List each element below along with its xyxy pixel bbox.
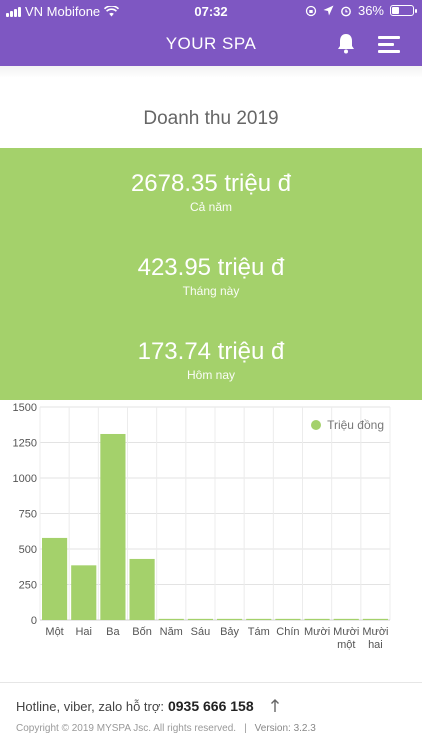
stat-month-value: 423.95 triệu đ (137, 254, 285, 281)
y-tick-label: 1250 (13, 438, 37, 450)
x-tick-label: Chín (276, 626, 299, 638)
x-tick-label: Bảy (220, 626, 239, 638)
chart-bar (246, 618, 272, 620)
x-tick-label: Mười hai (362, 626, 388, 651)
x-tick-label: Ba (106, 626, 120, 638)
battery-icon (390, 5, 417, 16)
chart-bar (42, 537, 68, 620)
header-shadow (0, 66, 422, 78)
version-text: Version: 3.2.3 (254, 723, 316, 734)
app-title: YOUR SPA (165, 34, 257, 53)
status-bar: VN Mobifone 07:32 36% (0, 0, 422, 22)
bell-icon[interactable] (336, 32, 356, 54)
alarm-icon (341, 6, 351, 16)
stat-today: 173.74 triệu đ Hôm nay (0, 338, 422, 382)
y-tick-label: 250 (19, 580, 37, 592)
chart-bar (217, 618, 243, 620)
app-header: VN Mobifone 07:32 36% YOUR SPA (0, 0, 422, 66)
chart-bar (158, 618, 184, 620)
footer-separator: | (244, 723, 247, 734)
legend-label: Triệu đồng (327, 418, 384, 432)
chart-bar (129, 558, 155, 620)
stat-today-label: Hôm nay (186, 368, 236, 382)
chart-bar (100, 433, 126, 620)
x-tick-label: Mười một (333, 626, 359, 651)
legend-swatch (311, 420, 322, 430)
chart-bar (362, 618, 388, 620)
stat-year-value: 2678.35 triệu đ (130, 170, 292, 197)
y-tick-label: 0 (31, 615, 37, 627)
x-tick-label: Năm (160, 626, 183, 638)
y-tick-label: 1500 (13, 402, 37, 414)
chart-bar (275, 618, 301, 620)
location-icon (323, 5, 334, 16)
copyright-text: Copyright © 2019 MYSPA Jsc. All rights r… (16, 723, 237, 734)
chart-bar (71, 565, 97, 620)
stat-year: 2678.35 triệu đ Cả năm (0, 170, 422, 214)
stat-today-value: 173.74 triệu đ (137, 338, 285, 365)
battery-percent: 36% (357, 3, 384, 18)
revenue-chart: 0 250 500 750 1000 1250 1500 Một Hai Ba Bốn Năm Sáu B… (0, 400, 422, 662)
chart-bar (187, 618, 213, 620)
chart-legend[interactable]: Triệu đồng (311, 418, 384, 432)
y-tick-label: 500 (19, 544, 37, 556)
copyright-line: Copyright © 2019 MYSPA Jsc. All rights r… (16, 723, 316, 734)
revenue-chart-svg: 0 250 500 750 1000 1250 1500 Một Hai Ba Bốn Năm Sáu B… (13, 402, 391, 651)
arrow-up-icon[interactable] (270, 699, 280, 713)
hotline: Hotline, viber, zalo hỗ trợ: 0935 666 15… (16, 698, 280, 714)
y-tick-label: 1000 (13, 473, 37, 485)
hotline-number[interactable]: 0935 666 158 (168, 698, 254, 714)
chart-bar (333, 618, 359, 620)
x-tick-label: Mười (304, 626, 330, 638)
x-tick-label: Một (45, 626, 63, 638)
x-tick-label: Sáu (191, 626, 211, 638)
y-tick-label: 750 (19, 509, 37, 521)
stat-month-label: Tháng này (182, 284, 240, 298)
page-title: Doanh thu 2019 (143, 108, 279, 129)
hamburger-menu-icon[interactable] (378, 36, 400, 53)
x-tick-label: Tám (248, 626, 270, 638)
hotline-label: Hotline, viber, zalo hỗ trợ: (16, 698, 164, 714)
revenue-summary: 2678.35 triệu đ Cả năm 423.95 triệu đ Th… (0, 148, 422, 400)
x-tick-label: Hai (75, 626, 92, 638)
status-right: 36% (305, 3, 417, 18)
stat-year-label: Cả năm (189, 200, 233, 214)
screen-lock-icon (305, 5, 317, 16)
footer: Hotline, viber, zalo hỗ trợ: 0935 666 15… (0, 682, 422, 750)
chart-bar (304, 618, 330, 620)
x-tick-label: Bốn (132, 626, 152, 638)
stat-month: 423.95 triệu đ Tháng này (0, 254, 422, 298)
